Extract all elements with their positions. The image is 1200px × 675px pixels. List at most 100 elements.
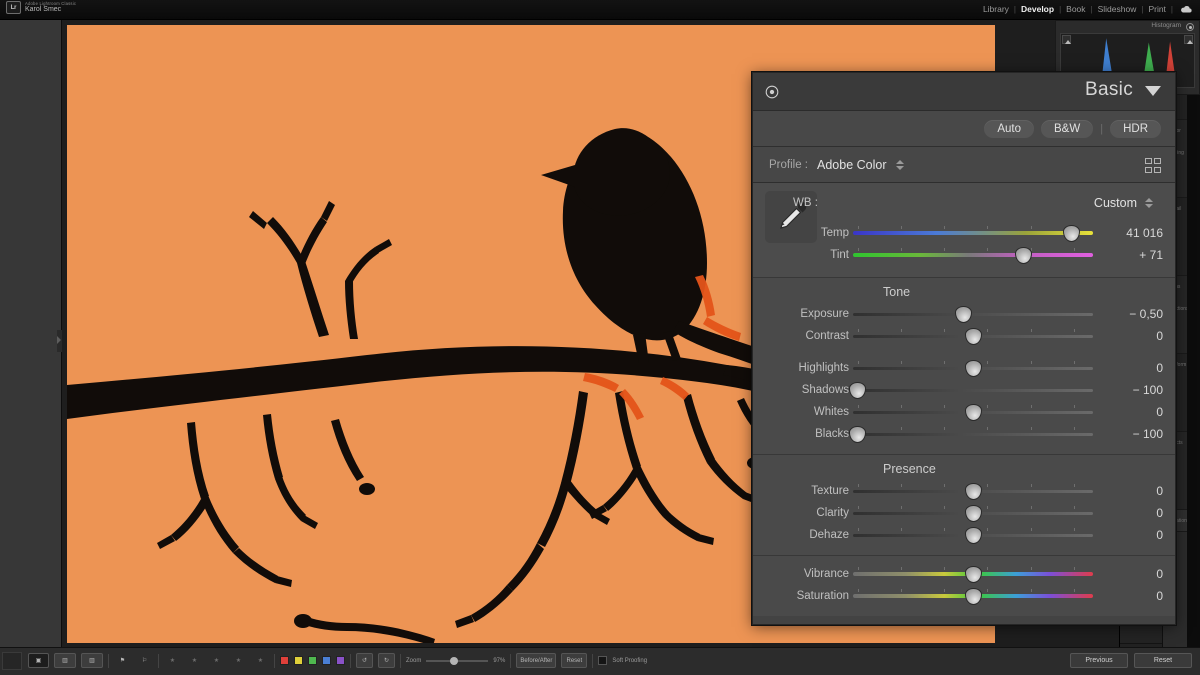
contrast-label: Contrast <box>805 330 849 342</box>
texture-slider[interactable] <box>853 480 1093 502</box>
star-icon[interactable]: ★ <box>164 653 181 668</box>
stepper-icon[interactable] <box>1145 197 1153 209</box>
chevron-right-icon[interactable] <box>57 336 61 344</box>
flag-icon[interactable]: ⚑ <box>114 653 131 668</box>
rotate-right-icon[interactable]: ↻ <box>378 653 395 668</box>
exposure-track[interactable] <box>853 312 1093 316</box>
exposure-value[interactable]: − 0,50 <box>1103 307 1163 321</box>
module-library[interactable]: Library <box>983 4 1009 14</box>
blacks-slider[interactable] <box>849 423 1093 445</box>
before-after-button[interactable]: Before/After <box>516 653 557 668</box>
color-label-yellow[interactable] <box>294 656 303 665</box>
whites-value[interactable]: 0 <box>1103 405 1163 419</box>
texture-value[interactable]: 0 <box>1103 484 1163 498</box>
exposure-knob[interactable] <box>954 306 972 323</box>
texture-knob[interactable] <box>964 483 982 500</box>
cloud-icon[interactable] <box>1180 5 1192 14</box>
grid-cell <box>1144 158 1152 164</box>
soft-proofing-checkbox[interactable] <box>598 656 608 665</box>
temp-track[interactable] <box>853 231 1093 235</box>
shadows-track[interactable] <box>853 388 1093 392</box>
tint-slider[interactable] <box>853 244 1093 266</box>
tint-track[interactable] <box>853 253 1093 257</box>
contrast-slider[interactable] <box>853 325 1093 347</box>
reset-toolbar-button[interactable]: Reset <box>561 653 588 668</box>
eye-icon[interactable] <box>765 85 779 99</box>
wb-value[interactable]: Custom <box>1094 196 1137 210</box>
blacks-track[interactable] <box>853 432 1093 436</box>
highlights-value[interactable]: 0 <box>1103 361 1163 375</box>
color-label-purple[interactable] <box>336 656 345 665</box>
lightroom-develop-window: Lr Adobe Lightroom Classic Karol Smec Li… <box>0 0 1200 675</box>
vibrance-slider[interactable] <box>853 563 1093 585</box>
profile-value[interactable]: Adobe Color <box>817 158 887 172</box>
module-book[interactable]: Book <box>1066 4 1085 14</box>
basic-panel-header[interactable]: Basic <box>753 73 1175 111</box>
clarity-value[interactable]: 0 <box>1103 506 1163 520</box>
module-separator: | <box>1013 4 1016 14</box>
whites-slider[interactable] <box>853 401 1093 423</box>
reset-button[interactable]: Reset <box>1134 653 1192 668</box>
bottom-toolbar: ▣ ▥ ▥ ⚑ ⚐ ★ ★ ★ ★ ★ ↺ ↻ Zoom 97% Before/… <box>0 647 1200 675</box>
bw-button[interactable]: B&W <box>1041 119 1094 138</box>
star-icon[interactable]: ★ <box>186 653 203 668</box>
blacks-knob[interactable] <box>849 426 867 443</box>
blacks-label: Blacks <box>815 428 849 440</box>
highlights-slider[interactable] <box>853 357 1093 379</box>
temp-knob[interactable] <box>1062 225 1080 242</box>
slider-row-temp: Temp 41 016 <box>753 222 1175 244</box>
reject-icon[interactable]: ⚐ <box>136 653 153 668</box>
shadow-clip-icon[interactable] <box>1062 35 1071 44</box>
saturation-slider[interactable] <box>853 585 1093 607</box>
star-icon[interactable]: ★ <box>208 653 225 668</box>
blacks-value[interactable]: − 100 <box>1103 427 1163 441</box>
zoom-slider[interactable] <box>426 654 489 667</box>
highlight-clip-icon[interactable] <box>1184 35 1193 44</box>
profile-grid-icon[interactable] <box>1144 158 1161 173</box>
clarity-slider[interactable] <box>853 502 1093 524</box>
stepper-icon[interactable] <box>895 159 904 171</box>
auto-button[interactable]: Auto <box>984 119 1035 138</box>
temp-value[interactable]: 41 016 <box>1103 226 1163 240</box>
star-icon[interactable]: ★ <box>230 653 247 668</box>
color-label-red[interactable] <box>280 656 289 665</box>
shadows-value[interactable]: − 100 <box>1103 383 1163 397</box>
dehaze-knob[interactable] <box>964 527 982 544</box>
star-icon[interactable]: ★ <box>252 653 269 668</box>
saturation-value[interactable]: 0 <box>1103 589 1163 603</box>
dehaze-value[interactable]: 0 <box>1103 528 1163 542</box>
color-label-green[interactable] <box>308 656 317 665</box>
module-slideshow[interactable]: Slideshow <box>1098 4 1137 14</box>
filmstrip-toggle[interactable] <box>2 652 22 670</box>
contrast-knob[interactable] <box>964 328 982 345</box>
previous-button[interactable]: Previous <box>1070 653 1128 668</box>
module-print[interactable]: Print <box>1148 4 1165 14</box>
tint-value[interactable]: + 71 <box>1103 248 1163 262</box>
saturation-knob[interactable] <box>964 588 982 605</box>
dehaze-slider[interactable] <box>853 524 1093 546</box>
triangle-down-icon[interactable] <box>1145 86 1161 96</box>
color-label-blue[interactable] <box>322 656 331 665</box>
module-develop[interactable]: Develop <box>1021 4 1054 14</box>
zoom-knob[interactable] <box>450 657 459 665</box>
shadows-slider[interactable] <box>849 379 1093 401</box>
left-panel-collapsed[interactable] <box>0 20 62 647</box>
shadows-knob[interactable] <box>849 382 867 399</box>
exposure-slider[interactable] <box>853 303 1093 325</box>
hdr-button[interactable]: HDR <box>1110 119 1161 138</box>
histogram-eye-icon[interactable] <box>1186 23 1194 31</box>
highlights-knob[interactable] <box>964 360 982 377</box>
vibrance-value[interactable]: 0 <box>1103 567 1163 581</box>
loupe-view-icon[interactable]: ▣ <box>28 653 49 668</box>
whites-knob[interactable] <box>964 404 982 421</box>
clarity-knob[interactable] <box>964 505 982 522</box>
rotate-left-icon[interactable]: ↺ <box>356 653 373 668</box>
brand-text: Adobe Lightroom Classic Karol Smec <box>25 1 76 14</box>
tint-knob[interactable] <box>1014 247 1032 264</box>
vibrance-knob[interactable] <box>964 566 982 583</box>
compare-view-icon[interactable]: ▥ <box>54 653 76 668</box>
histogram-title: Histogram <box>1151 22 1181 29</box>
contrast-value[interactable]: 0 <box>1103 329 1163 343</box>
temp-slider[interactable] <box>853 222 1093 244</box>
survey-view-icon[interactable]: ▥ <box>81 653 103 668</box>
